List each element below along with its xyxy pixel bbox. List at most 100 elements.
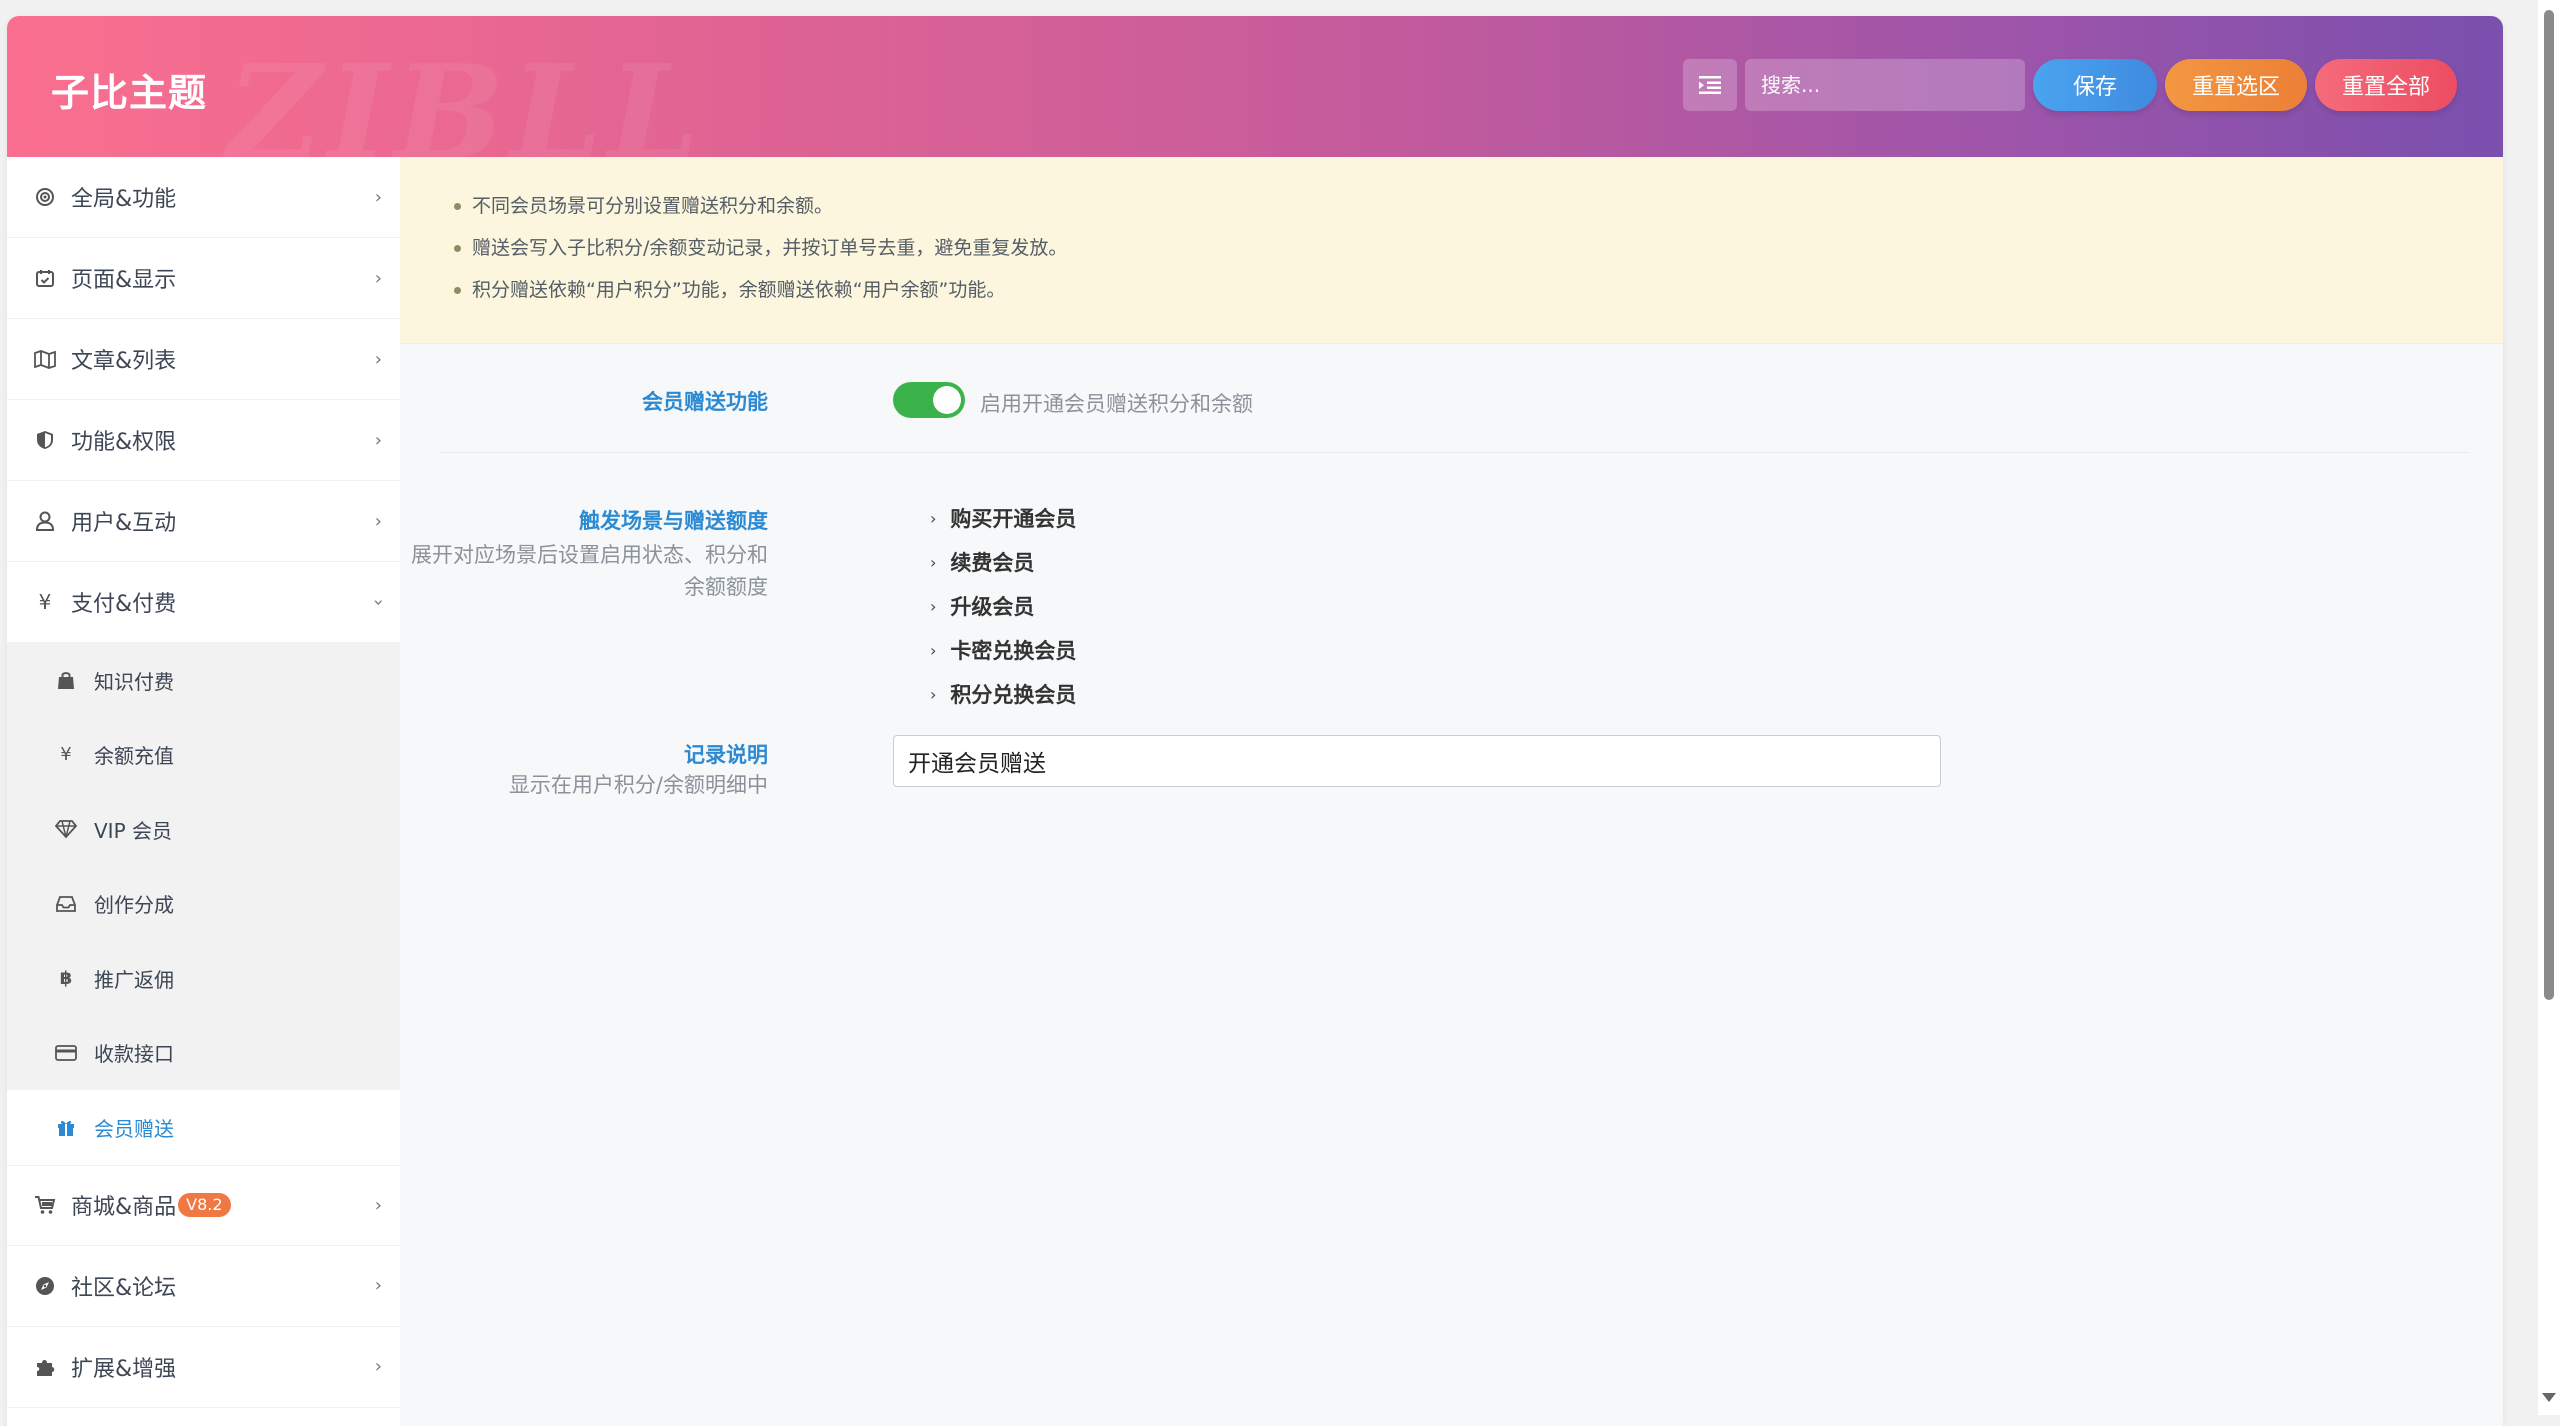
user-icon [33, 509, 57, 533]
sidebar-subitem-knowledge-pay[interactable]: 知识付费 [7, 643, 400, 718]
scenario-accordion-points-redeem[interactable]: › 积分兑换会员 [930, 679, 1076, 709]
diamond-icon [54, 817, 78, 841]
sidebar-item-label: 社区&论坛 [71, 1275, 177, 1301]
sidebar-item-pages[interactable]: 页面&显示 › [7, 238, 400, 319]
inbox-icon [54, 892, 78, 916]
chevron-right-icon: › [930, 596, 937, 616]
bitcoin-icon: ฿ [59, 967, 73, 989]
toggle-description: 启用开通会员赠送积分和余额 [980, 392, 1253, 416]
notice-item: 积分赠送依赖“用户积分”功能，余额赠送依赖“用户余额”功能。 [454, 269, 2503, 311]
toggle-knob [933, 386, 961, 414]
field-label: 会员赠送功能 [642, 390, 768, 414]
shopping-bag-icon [54, 668, 78, 692]
chevron-right-icon: › [374, 510, 382, 532]
scenario-label: 积分兑换会员 [950, 683, 1077, 707]
menu-toggle-button[interactable] [1683, 59, 1737, 111]
yen-icon: ¥ [60, 744, 72, 766]
field-gift-enable: 会员赠送功能 启用开通会员赠送积分和余额 [400, 344, 2503, 452]
chevron-right-icon: › [374, 348, 382, 370]
save-button[interactable]: 保存 [2033, 59, 2157, 111]
sidebar-item-label: 功能&权限 [71, 430, 177, 455]
chevron-right-icon: › [930, 640, 937, 660]
sidebar-item-extensions[interactable]: 扩展&增强 › [7, 1327, 400, 1408]
sidebar-subitem-label: 创作分成 [94, 893, 174, 918]
sidebar-subitem-label: 余额充值 [94, 744, 174, 769]
notice-list: 不同会员场景可分别设置赠送积分和余额。 赠送会写入子比积分/余额变动记录，并按订… [454, 185, 2503, 311]
cart-icon [33, 1193, 57, 1217]
yen-icon: ¥ [38, 590, 52, 614]
field-record-note: 记录说明 显示在用户积分/余额明细中 [400, 717, 2503, 837]
scenario-label: 升级会员 [950, 595, 1035, 619]
sidebar-subitem-vip[interactable]: VIP 会员 [7, 792, 400, 867]
credit-card-icon [54, 1041, 78, 1065]
scenario-accordion-upgrade[interactable]: › 升级会员 [930, 591, 1034, 621]
gift-icon [54, 1115, 78, 1139]
sidebar-item-payment[interactable]: ¥ 支付&付费 › [7, 562, 400, 643]
calendar-icon [33, 266, 57, 290]
chevron-right-icon: › [374, 186, 382, 208]
scenario-accordion-card-redeem[interactable]: › 卡密兑换会员 [930, 635, 1076, 665]
record-note-input[interactable] [893, 735, 1941, 787]
field-description: 显示在用户积分/余额明细中 [508, 773, 768, 797]
sidebar-item-label: 文章&列表 [71, 349, 177, 374]
sidebar-subitem-label: VIP 会员 [94, 818, 172, 843]
main-content: 不同会员场景可分别设置赠送积分和余额。 赠送会写入子比积分/余额变动记录，并按订… [400, 157, 2503, 1426]
sidebar-item-global[interactable]: 全局&功能 › [7, 157, 400, 238]
sidebar-item-shop[interactable]: 商城&商品 V8.2 › [7, 1164, 400, 1246]
chevron-right-icon: › [930, 684, 937, 704]
header-toolbar: 保存 重置选区 重置全部 [1683, 59, 2457, 111]
sidebar-subitem-referral[interactable]: ฿ 推广返佣 [7, 941, 400, 1016]
sidebar-subitem-label: 会员赠送 [94, 1116, 174, 1141]
chevron-right-icon: › [374, 267, 382, 289]
chevron-right-icon: › [374, 1356, 382, 1377]
app-window: ZIBLL 子比主题 保存 重置选区 重置全部 全局&功能 [7, 16, 2503, 1426]
chevron-right-icon: › [374, 1194, 382, 1216]
notice-box: 不同会员场景可分别设置赠送积分和余额。 赠送会写入子比积分/余额变动记录，并按订… [400, 157, 2503, 344]
scenario-accordion-renew[interactable]: › 续费会员 [930, 547, 1034, 577]
scrollbar-thumb[interactable] [2544, 10, 2554, 1000]
notice-item: 赠送会写入子比积分/余额变动记录，并按订单号去重，避免重复发放。 [454, 227, 2503, 269]
search-input[interactable] [1745, 59, 2025, 111]
scroll-down-arrow-icon[interactable] [2542, 1393, 2556, 1402]
chevron-right-icon: › [930, 508, 937, 528]
list-indent-icon [1699, 76, 1721, 94]
field-label: 触发场景与赠送额度 [579, 509, 768, 533]
sidebar-subitem-balance-recharge[interactable]: ¥ 余额充值 [7, 718, 400, 793]
sidebar: 全局&功能 › 页面&显示 › 文章&列表 › 功能&权限 › 用户&互动 › … [7, 157, 400, 1426]
sidebar-subitem-creator-share[interactable]: 创作分成 [7, 867, 400, 942]
compass-icon [33, 1274, 57, 1298]
target-icon [33, 185, 57, 209]
notice-item: 不同会员场景可分别设置赠送积分和余额。 [454, 185, 2503, 227]
sidebar-item-community[interactable]: 社区&论坛 › [7, 1246, 400, 1327]
scenario-accordion-purchase[interactable]: › 购买开通会员 [930, 503, 1076, 533]
sidebar-item-users[interactable]: 用户&互动 › [7, 481, 400, 562]
field-description-line: 余额额度 [684, 575, 768, 599]
scenario-label: 续费会员 [950, 551, 1035, 575]
sidebar-subitem-label: 收款接口 [94, 1042, 174, 1067]
sidebar-item-label: 用户&互动 [71, 511, 177, 536]
sidebar-item-label: 商城&商品 [71, 1195, 177, 1220]
sidebar-item-label: 全局&功能 [71, 187, 177, 212]
scenario-label: 购买开通会员 [950, 507, 1077, 531]
sidebar-subnav-payment: 知识付费 ¥ 余额充值 VIP 会员 创作分成 ฿ 推广返佣 收款接口 会员赠送 [7, 643, 400, 1165]
sidebar-item-posts[interactable]: 文章&列表 › [7, 319, 400, 400]
reset-selection-button[interactable]: 重置选区 [2165, 59, 2307, 111]
field-description-line: 展开对应场景后设置启用状态、积分和 [411, 543, 768, 567]
page-scrollbar[interactable] [2538, 0, 2560, 1415]
sidebar-subitem-payment-gateway[interactable]: 收款接口 [7, 1016, 400, 1091]
reset-all-button[interactable]: 重置全部 [2315, 59, 2457, 111]
shield-icon [33, 428, 57, 452]
version-badge: V8.2 [178, 1193, 231, 1217]
chevron-right-icon: › [930, 552, 937, 572]
sidebar-item-label: 支付&付费 [71, 592, 177, 617]
scenario-label: 卡密兑换会员 [950, 639, 1077, 663]
brand-title: 子比主题 [51, 71, 208, 115]
chevron-right-icon: › [374, 1275, 382, 1296]
sidebar-subitem-membership-gift[interactable]: 会员赠送 [7, 1090, 400, 1165]
gift-enable-toggle[interactable] [893, 382, 965, 418]
puzzle-icon [33, 1355, 57, 1379]
map-icon [33, 347, 57, 371]
chevron-right-icon: › [374, 429, 382, 451]
chevron-down-icon: › [367, 598, 389, 606]
sidebar-item-permissions[interactable]: 功能&权限 › [7, 400, 400, 481]
